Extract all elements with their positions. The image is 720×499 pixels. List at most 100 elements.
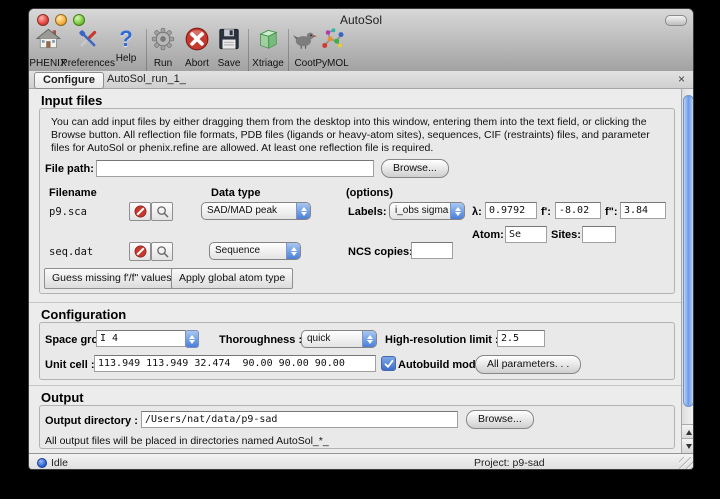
toolbar-abort-button[interactable]: Abort bbox=[184, 26, 210, 69]
status-bar: Idle Project: p9-sad bbox=[29, 453, 693, 470]
toolbar-coot-button[interactable]: Coot bbox=[292, 26, 318, 69]
unit-cell-label: Unit cell : bbox=[45, 359, 95, 371]
scroll-down-button[interactable] bbox=[682, 438, 694, 453]
window-chrome: AutoSol PHENIX bbox=[29, 9, 693, 72]
combo-stepper-icon bbox=[296, 203, 310, 219]
output-directory-input[interactable] bbox=[141, 411, 458, 428]
toolbar-label: Preferences bbox=[61, 58, 115, 69]
toolbar-separator bbox=[146, 29, 147, 73]
autobuild-label: Autobuild model bbox=[398, 359, 485, 371]
selected-data-type: Sequence bbox=[210, 243, 286, 259]
toolbar-separator bbox=[248, 29, 249, 73]
toolbar-help-button[interactable]: ? Help bbox=[113, 26, 139, 64]
tab-autosol-run[interactable]: AutoSol_run_1_ bbox=[99, 72, 194, 87]
selected-thoroughness: quick bbox=[302, 331, 362, 347]
guess-fprime-button[interactable]: Guess missing f'/f" values bbox=[44, 268, 180, 289]
toolbar-label: Help bbox=[113, 53, 139, 64]
fprime-input[interactable] bbox=[555, 202, 601, 219]
selected-labels: i_obs sigma bbox=[390, 203, 450, 219]
toolbar-label: Xtriage bbox=[252, 58, 284, 69]
scroll-up-button[interactable] bbox=[682, 424, 694, 439]
status-text: Idle bbox=[51, 457, 68, 469]
apply-atom-type-button[interactable]: Apply global atom type bbox=[171, 268, 293, 289]
checkmark-icon bbox=[384, 359, 394, 369]
pymol-molecule-icon bbox=[319, 26, 345, 52]
filename-seqdat: seq.dat bbox=[49, 246, 93, 258]
autobuild-checkbox[interactable] bbox=[381, 356, 396, 371]
toolbar-run-button[interactable]: Run bbox=[150, 26, 176, 69]
project-label: Project: p9-sad bbox=[474, 457, 545, 469]
labels-select[interactable]: i_obs sigma bbox=[389, 202, 465, 220]
combo-stepper-icon bbox=[450, 203, 464, 219]
tab-close-icon[interactable]: × bbox=[678, 72, 685, 87]
all-parameters-button[interactable]: All parameters. . . bbox=[475, 355, 581, 374]
labels-label: Labels: bbox=[348, 206, 387, 218]
magnifier-icon bbox=[156, 205, 169, 218]
ncs-copies-input[interactable] bbox=[411, 242, 453, 259]
preview-file-button[interactable] bbox=[151, 202, 173, 221]
hires-limit-label: High-resolution limit : bbox=[385, 334, 499, 346]
ncs-copies-label: NCS copies: bbox=[348, 246, 413, 258]
phenix-home-icon bbox=[35, 26, 61, 52]
output-directory-label: Output directory : bbox=[45, 415, 138, 427]
column-header-filename: Filename bbox=[49, 187, 97, 199]
unit-cell-input[interactable] bbox=[94, 355, 376, 372]
status-dot-icon bbox=[37, 458, 47, 468]
column-header-options: (options) bbox=[346, 187, 393, 199]
thoroughness-select[interactable]: quick bbox=[301, 330, 377, 348]
run-gear-icon bbox=[150, 26, 176, 52]
coot-bird-icon bbox=[292, 26, 318, 52]
lambda-label: λ: bbox=[472, 206, 482, 218]
space-group-input[interactable] bbox=[96, 330, 186, 347]
thoroughness-label: Thoroughness : bbox=[219, 334, 302, 346]
file-path-browse-button[interactable]: Browse... bbox=[381, 159, 449, 178]
resize-grip[interactable] bbox=[679, 457, 693, 470]
configuration-heading: Configuration bbox=[41, 307, 126, 322]
fdoubleprime-input[interactable] bbox=[620, 202, 666, 219]
arrow-down-icon bbox=[686, 444, 692, 449]
toolbar-save-button[interactable]: Save bbox=[216, 26, 242, 69]
toolbar-xtriage-button[interactable]: Xtriage bbox=[252, 26, 284, 69]
help-question-icon: ? bbox=[113, 26, 139, 52]
selected-data-type: SAD/MAD peak bbox=[202, 203, 296, 219]
file-path-input[interactable] bbox=[96, 160, 374, 177]
section-divider bbox=[29, 302, 681, 303]
xtriage-crystal-icon bbox=[255, 26, 281, 52]
scrollbar-thumb[interactable] bbox=[683, 95, 694, 407]
lambda-input[interactable] bbox=[485, 202, 537, 219]
delete-icon bbox=[134, 245, 147, 258]
remove-file-button[interactable] bbox=[129, 242, 151, 261]
fdoubleprime-label: f": bbox=[605, 206, 618, 218]
toolbar-separator bbox=[288, 29, 289, 73]
output-browse-button[interactable]: Browse... bbox=[466, 410, 534, 429]
column-header-data-type: Data type bbox=[211, 187, 261, 199]
data-type-select-p9sca[interactable]: SAD/MAD peak bbox=[201, 202, 311, 220]
magnifier-icon bbox=[156, 245, 169, 258]
output-heading: Output bbox=[41, 390, 84, 405]
preview-file-button[interactable] bbox=[151, 242, 173, 261]
arrow-up-icon bbox=[686, 430, 692, 435]
remove-file-button[interactable] bbox=[129, 202, 151, 221]
sites-input[interactable] bbox=[582, 226, 616, 243]
output-note: All output files will be placed in direc… bbox=[45, 435, 329, 447]
toolbar-pymol-button[interactable]: PyMOL bbox=[315, 26, 348, 69]
filename-p9sca: p9.sca bbox=[49, 206, 87, 218]
hires-limit-input[interactable] bbox=[497, 330, 545, 347]
abort-stop-icon bbox=[184, 26, 210, 52]
data-type-select-seqdat[interactable]: Sequence bbox=[209, 242, 301, 260]
section-divider bbox=[29, 385, 681, 386]
toolbar-label: Run bbox=[150, 58, 176, 69]
toolbar-label: Abort bbox=[184, 58, 210, 69]
input-files-heading: Input files bbox=[41, 93, 102, 108]
vertical-scrollbar[interactable] bbox=[681, 89, 694, 453]
atom-input[interactable] bbox=[505, 226, 547, 243]
tab-configure[interactable]: Configure bbox=[34, 72, 104, 89]
tab-bar: Configure AutoSol_run_1_ × bbox=[29, 71, 693, 89]
combo-stepper-icon bbox=[362, 331, 376, 347]
space-group-stepper[interactable] bbox=[185, 330, 199, 348]
toolbar-preferences-button[interactable]: Preferences bbox=[61, 26, 115, 69]
toolbar-label: Save bbox=[216, 58, 242, 69]
configure-panel: Input files You can add input files by e… bbox=[29, 89, 693, 453]
sites-label: Sites: bbox=[551, 229, 581, 241]
combo-stepper-icon bbox=[286, 243, 300, 259]
